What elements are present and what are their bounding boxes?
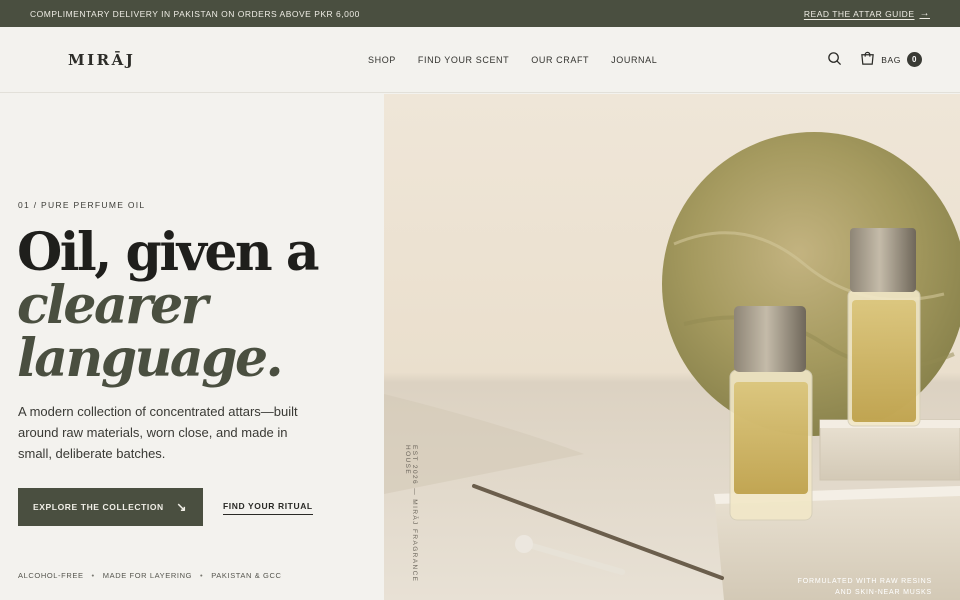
nav-item-our-craft[interactable]: OUR CRAFT (531, 55, 589, 65)
bag-icon (860, 51, 875, 68)
site-header: MIRĀJ SHOP FIND YOUR SCENT OUR CRAFT JOU… (0, 27, 960, 93)
bag-count-badge: 0 (907, 52, 922, 67)
attar-guide-link[interactable]: READ THE ATTAR GUIDE → (804, 8, 930, 19)
headline-line-1: Oil, given a (17, 222, 320, 283)
badge-alcohol-free: ALCOHOL-FREE (18, 571, 84, 580)
separator-dot: • (200, 571, 204, 580)
headline-line-3: language. (17, 328, 284, 389)
bag-label: BAG (881, 54, 901, 65)
nav-item-journal[interactable]: JOURNAL (611, 55, 657, 65)
header-actions: BAG 0 (827, 51, 922, 68)
formulated-line-2: AND SKIN-NEAR MUSKS (835, 589, 932, 596)
hero-description: A modern collection of concentrated atta… (18, 404, 298, 461)
headline-line-2: clearer (17, 275, 208, 336)
nav-item-shop[interactable]: SHOP (368, 55, 396, 65)
search-icon[interactable] (827, 51, 842, 68)
bag-button[interactable]: BAG 0 (860, 51, 922, 68)
badge-layering: MADE FOR LAYERING (102, 571, 193, 580)
attar-guide-label: READ THE ATTAR GUIDE (803, 8, 915, 19)
formulated-note: FORMULATED WITH RAW RESINS AND SKIN-NEAR… (798, 576, 932, 598)
arrow-right-icon: → (919, 8, 930, 19)
hero-headline: Oil, given a clearer language. (17, 222, 320, 389)
explore-collection-button[interactable]: EXPLORE THE COLLECTION ↘ (18, 488, 203, 526)
announcement-text: COMPLIMENTARY DELIVERY IN PAKISTAN ON OR… (30, 8, 360, 19)
badge-region: PAKISTAN & GCC (211, 571, 282, 580)
nav-item-find-your-scent[interactable]: FIND YOUR SCENT (418, 55, 509, 65)
feature-badges: ALCOHOL-FREE • MADE FOR LAYERING • PAKIS… (18, 571, 281, 580)
find-your-ritual-link[interactable]: FIND YOUR RITUAL (223, 501, 313, 515)
formulated-line-1: FORMULATED WITH RAW RESINS (797, 578, 932, 585)
arrow-down-right-icon: ↘ (176, 500, 187, 514)
perfume-still-life (384, 132, 960, 600)
established-vertical-text: EST 2026 — MIRĀJ FRAGRANCE HOUSE (404, 445, 418, 583)
main-nav: SHOP FIND YOUR SCENT OUR CRAFT JOURNAL (368, 55, 657, 65)
hero-eyebrow: 01 / PURE PERFUME OIL (18, 200, 146, 210)
hero-product-image (384, 94, 960, 600)
separator-dot: • (91, 571, 95, 580)
explore-collection-label: EXPLORE THE COLLECTION (33, 502, 164, 512)
announcement-bar: COMPLIMENTARY DELIVERY IN PAKISTAN ON OR… (0, 0, 960, 27)
logo[interactable]: MIRĀJ (68, 51, 135, 69)
